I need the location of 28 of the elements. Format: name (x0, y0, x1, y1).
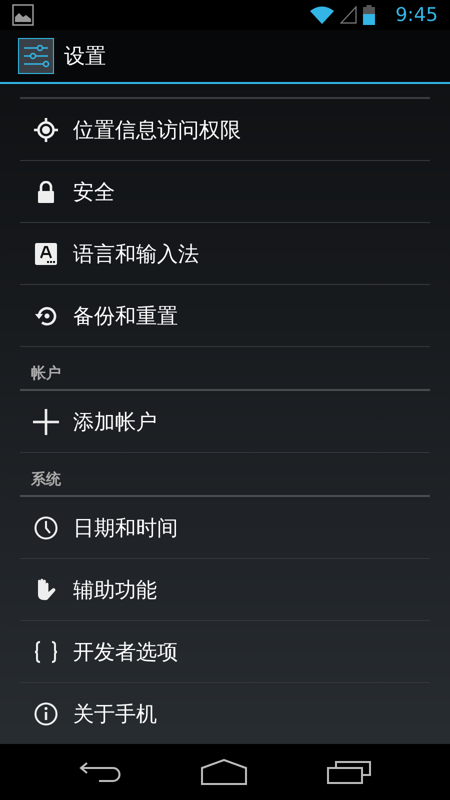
info-icon (34, 702, 58, 726)
section-header: 系统 (31, 470, 61, 490)
settings-item[interactable]: 添加帐户 (20, 391, 430, 454)
plus-icon (33, 408, 59, 435)
settings-item[interactable]: 日期和时间 (20, 497, 430, 560)
wifi-icon (310, 6, 334, 24)
crosshair-icon (34, 118, 58, 142)
recent-apps-icon[interactable] (327, 760, 371, 784)
section-header: 帐户 (31, 364, 61, 384)
back-icon[interactable] (79, 761, 121, 784)
keyboard-letter-icon (35, 242, 57, 265)
settings-item[interactable]: 辅助功能 (20, 559, 430, 622)
clock-icon (34, 516, 58, 540)
braces-icon (34, 640, 58, 664)
home-icon[interactable] (201, 759, 247, 786)
battery-icon (363, 4, 376, 25)
picture-notification-icon (12, 4, 34, 26)
settings-item[interactable]: 语言和输入法 (20, 223, 430, 286)
lock-icon (37, 180, 55, 203)
settings-item[interactable]: 开发者选项 (20, 621, 430, 684)
settings-item[interactable]: 位置信息访问权限 (20, 99, 430, 162)
settings-item[interactable]: 关于手机 (20, 683, 430, 744)
signal-icon (340, 6, 358, 24)
screen-title: 设置 (64, 43, 106, 70)
sliders-icon[interactable] (18, 38, 54, 74)
settings-item[interactable]: 备份和重置 (20, 285, 430, 348)
clock-time: 9:45 (395, 4, 438, 26)
settings-item[interactable]: 安全 (20, 161, 430, 224)
